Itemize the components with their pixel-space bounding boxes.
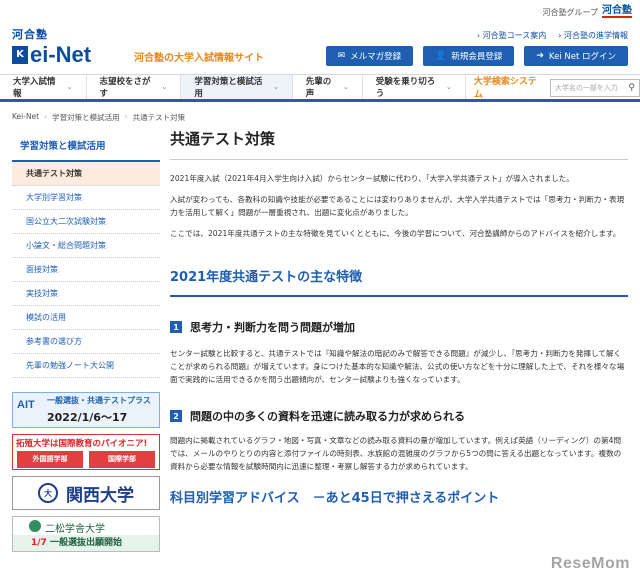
sidebar-item-mensetsu[interactable]: 面接対策 [12,258,160,282]
breadcrumb: Kei-Net › 学習対策と模試活用 › 共通テスト対策 [12,112,185,123]
feature-number-badge: 1 [170,321,182,333]
top-links: 河合塾コース案内 河合塾の進学情報 [477,30,628,41]
nishogakusha-name: 二松学舎大学 [45,524,105,535]
section-title-advice: 科目別学習アドバイス －あと45日で押さえるポイント [170,491,500,506]
sidebar-item-daigakubetsu[interactable]: 大学別学習対策 [12,186,160,210]
chevron-down-icon: ⌄ [342,83,349,91]
header-buttons: ✉ メルマガ登録 👤 新規会員登録 ➔ Kei Net ログイン [325,46,628,66]
top-link-shingaku[interactable]: 河合塾の進学情報 [558,30,628,41]
login-button[interactable]: ➔ Kei Net ログイン [524,46,628,66]
kansai-name: 関西大学 [66,485,134,506]
register-button[interactable]: 👤 新規会員登録 [423,46,515,66]
feature-2-title: 2 問題の中の多くの資料を迅速に読み取る力が求められる [170,408,628,424]
nav-item-admissions[interactable]: 大学入試情報 ⌄ [0,75,87,99]
intro-paragraph-2: 入試が変わっても、各教科の知識や技能が必要であることには変わりありませんが、大学… [170,195,625,217]
search-icon[interactable]: ⚲ [628,83,639,93]
nishogakusha-date-strip: 1/7 一般選抜出願開始 [13,535,159,551]
login-icon: ➔ [536,51,544,61]
intro-paragraph-1: 2021年度入試（2021年4月入学生向け入試）からセンター試験に代わり、「大学… [170,174,574,183]
feature-2-body: 問題内に掲載されているグラフ・地図・写真・文章などの読み取る資料の量が増加してい… [170,436,622,471]
nav-item-juken[interactable]: 受験を乗り切ろう ⌄ [363,75,466,99]
sidebar-heading[interactable]: 学習対策と模試活用 [12,130,160,162]
university-search-input[interactable]: 大学名の一部を入力 ⚲ [549,79,640,97]
sidebar-item-niji[interactable]: 国公立大二次試験対策 [12,210,160,234]
kawaijuku-mark: 河合塾 [602,5,632,18]
breadcrumb-separator: › [124,112,128,121]
page-title: 共通テスト対策 [170,128,628,160]
intro-paragraph-3: ここでは、2021年度共通テストの主な特徴を見ていくとともに、今後の学習について… [170,229,621,238]
university-search-label[interactable]: 大学検索システム [466,75,550,100]
logo-kei-net-text: ei-Net [30,42,92,67]
nishogakusha-date: 1/7 [31,538,47,548]
nav-item-search-school[interactable]: 志望校をさがす ⌄ [87,75,182,99]
group-label-text: 河合塾グループ [542,7,598,17]
breadcrumb-separator: › [44,112,48,121]
breadcrumb-home[interactable]: Kei-Net [12,112,39,123]
sidebar-item-sankosho[interactable]: 参考書の選び方 [12,330,160,354]
sidebar-item-kyotsu[interactable]: 共通テスト対策 [12,162,160,186]
chevron-down-icon: ⌄ [161,83,168,91]
sidebar-item-jitsugi[interactable]: 実技対策 [12,282,160,306]
takushoku-banner[interactable]: 拓殖大学は国際教育のパイオニア! 外国語学部 国際学部 [12,434,160,470]
sidebar-item-moshi[interactable]: 模試の活用 [12,306,160,330]
section-title-features: 2021年度共通テストの主な特徴 [170,266,628,297]
breadcrumb-current: 共通テスト対策 [132,113,186,122]
top-strip: 河合塾グループ 河合塾 [0,0,640,22]
ait-banner[interactable]: AIT 一般選抜・共通テストプラス 2022/1/6〜17 [12,392,160,428]
takushoku-banner-title: 拓殖大学は国際教育のパイオニア! [16,439,148,449]
nishogakusha-banner[interactable]: 二松学舎大学 1/7 一般選抜出願開始 [12,516,160,552]
chevron-down-icon: ⌄ [272,83,279,91]
resemom-watermark: ReseMom [550,555,630,572]
logo-kawai-text: 河合塾 [12,28,48,41]
feature-1-body: センター試験と比較すると、共通テストでは『知識や解法の暗記のみで解答できる問題』… [170,349,625,384]
feature-number-badge: 2 [170,410,182,422]
sidebar-item-note[interactable]: 先輩の勉強ノート大公開 [12,354,160,378]
main-nav: 大学入試情報 ⌄ 志望校をさがす ⌄ 学習対策と模試活用 ⌄ 先輩の声 ⌄ 受験… [0,74,640,102]
site-tagline: 河合塾の大学入試情報サイト [134,53,264,64]
nishogakusha-logo-icon [29,520,41,532]
chevron-down-icon: ⌄ [66,83,73,91]
top-link-course[interactable]: 河合塾コース案内 [477,30,547,41]
ait-banner-line1: 一般選抜・共通テストプラス [47,396,151,405]
ait-logo: AIT [17,399,35,411]
breadcrumb-study[interactable]: 学習対策と模試活用 [52,112,120,123]
nav-item-study[interactable]: 学習対策と模試活用 ⌄ [181,75,293,99]
nav-item-senpai[interactable]: 先輩の声 ⌄ [293,75,363,99]
ait-banner-dates: 2022/1/6〜17 [47,411,128,424]
takushoku-tag-foreign: 外国語学部 [17,451,83,468]
mailmag-button[interactable]: ✉ メルマガ登録 [325,46,414,66]
kansai-seal-icon: 大 [38,483,58,503]
kei-net-logo[interactable]: 河合塾 K ei-Net [12,26,91,66]
kansai-banner[interactable]: 大 関西大学 [12,476,160,510]
feature-1-title: 1 思考力・判断力を問う問題が増加 [170,319,628,335]
nishogakusha-desc: 一般選抜出願開始 [49,538,122,548]
main-content: 共通テスト対策 2021年度入試（2021年4月入学生向け入試）からセンター試験… [170,128,628,516]
logo-k-icon: K [12,46,28,64]
takushoku-tag-intl: 国際学部 [89,451,155,468]
envelope-icon: ✉ [337,51,346,61]
user-icon: 👤 [435,51,447,61]
chevron-down-icon: ⌄ [445,83,452,91]
sidebar-item-shoronbun[interactable]: 小論文・総合問題対策 [12,234,160,258]
group-label[interactable]: 河合塾グループ 河合塾 [542,6,632,18]
sidebar: 学習対策と模試活用 共通テスト対策 大学別学習対策 国公立大二次試験対策 小論文… [12,130,160,378]
